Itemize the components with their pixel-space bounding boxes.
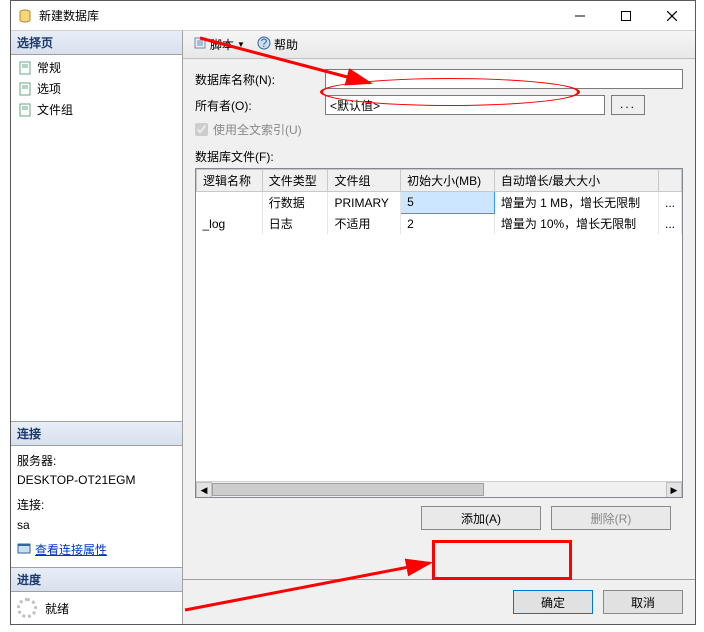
- spinner-icon: [17, 598, 37, 618]
- scroll-right-button[interactable]: ▶: [666, 482, 682, 498]
- cell-growth[interactable]: 增量为 1 MB，增长无限制: [494, 192, 658, 214]
- nav-item-options[interactable]: 选项: [11, 78, 182, 99]
- help-label: 帮助: [274, 36, 298, 53]
- horizontal-scrollbar[interactable]: ◀ ▶: [196, 481, 682, 497]
- nav-item-filegroups[interactable]: 文件组: [11, 99, 182, 120]
- nav-label: 选项: [37, 80, 61, 97]
- svg-text:?: ?: [261, 36, 268, 50]
- col-logical-name[interactable]: 逻辑名称: [197, 170, 263, 192]
- table-row[interactable]: _log 日志 不适用 2 增量为 10%，增长无限制 ...: [197, 213, 682, 234]
- col-initial-size[interactable]: 初始大小(MB): [401, 170, 495, 192]
- nav-label: 文件组: [37, 101, 73, 118]
- nav-item-general[interactable]: 常规: [11, 57, 182, 78]
- cell-ellipsis-button[interactable]: ...: [658, 192, 681, 214]
- page-icon: [17, 81, 33, 97]
- script-label: 脚本: [210, 36, 234, 53]
- nav-label: 常规: [37, 59, 61, 76]
- cell-ellipsis-button[interactable]: ...: [658, 213, 681, 234]
- connection-value: sa: [17, 516, 176, 535]
- cell-size[interactable]: 2: [401, 213, 495, 234]
- close-button[interactable]: [649, 1, 695, 31]
- script-icon: [193, 36, 207, 53]
- ok-button[interactable]: 确定: [513, 590, 593, 614]
- data-files-grid[interactable]: 逻辑名称 文件类型 文件组 初始大小(MB) 自动增长/最大大小 行数据 PR: [195, 168, 683, 498]
- owner-browse-button[interactable]: ...: [611, 95, 645, 115]
- help-button[interactable]: ? 帮助: [253, 34, 302, 55]
- view-connection-properties-link[interactable]: 查看连接属性: [35, 541, 107, 560]
- progress-status: 就绪: [45, 600, 69, 617]
- db-name-input[interactable]: [325, 69, 683, 89]
- cell-group[interactable]: PRIMARY: [328, 192, 401, 214]
- table-row[interactable]: 行数据 PRIMARY 5 增量为 1 MB，增长无限制 ...: [197, 192, 682, 214]
- cell-name[interactable]: [197, 192, 263, 214]
- database-icon: [17, 8, 33, 24]
- dialog-window: 新建数据库 选择页 常规 选项: [10, 0, 696, 625]
- cell-group[interactable]: 不适用: [328, 213, 401, 234]
- server-label: 服务器:: [17, 452, 176, 471]
- connection-header: 连接: [11, 422, 182, 446]
- owner-label: 所有者(O):: [195, 97, 325, 114]
- help-icon: ?: [257, 36, 271, 53]
- cell-name[interactable]: _log: [197, 213, 263, 234]
- window-title: 新建数据库: [39, 7, 557, 24]
- cell-type[interactable]: 日志: [262, 213, 328, 234]
- col-autogrowth[interactable]: 自动增长/最大大小: [494, 170, 658, 192]
- scroll-thumb[interactable]: [212, 483, 484, 496]
- properties-icon: [17, 541, 31, 561]
- left-panel: 选择页 常规 选项 文件组 连接 服务器:: [11, 31, 183, 624]
- fulltext-label: 使用全文索引(U): [213, 121, 302, 138]
- page-icon: [17, 102, 33, 118]
- fulltext-checkbox: [195, 123, 208, 136]
- cell-growth[interactable]: 增量为 10%，增长无限制: [494, 213, 658, 234]
- maximize-button[interactable]: [603, 1, 649, 31]
- add-button[interactable]: 添加(A): [421, 506, 541, 530]
- db-name-label: 数据库名称(N):: [195, 71, 325, 88]
- connection-label: 连接:: [17, 496, 176, 515]
- select-page-header: 选择页: [11, 31, 182, 55]
- cancel-button[interactable]: 取消: [603, 590, 683, 614]
- data-files-label: 数据库文件(F):: [195, 148, 683, 165]
- remove-button: 删除(R): [551, 506, 671, 530]
- titlebar: 新建数据库: [11, 1, 695, 31]
- owner-input[interactable]: [325, 95, 605, 115]
- page-icon: [17, 60, 33, 76]
- toolbar: 脚本 ▼ ? 帮助: [183, 31, 695, 59]
- col-filegroup[interactable]: 文件组: [328, 170, 401, 192]
- col-file-type[interactable]: 文件类型: [262, 170, 328, 192]
- minimize-button[interactable]: [557, 1, 603, 31]
- progress-header: 进度: [11, 568, 182, 592]
- dropdown-icon: ▼: [237, 40, 245, 49]
- cell-type[interactable]: 行数据: [262, 192, 328, 214]
- script-button[interactable]: 脚本 ▼: [189, 34, 249, 55]
- right-panel: 脚本 ▼ ? 帮助 数据库名称(N): 所有者(O): ...: [183, 31, 695, 624]
- server-value: DESKTOP-OT21EGM: [17, 471, 176, 490]
- cell-size[interactable]: 5: [401, 192, 495, 214]
- scroll-left-button[interactable]: ◀: [196, 482, 212, 498]
